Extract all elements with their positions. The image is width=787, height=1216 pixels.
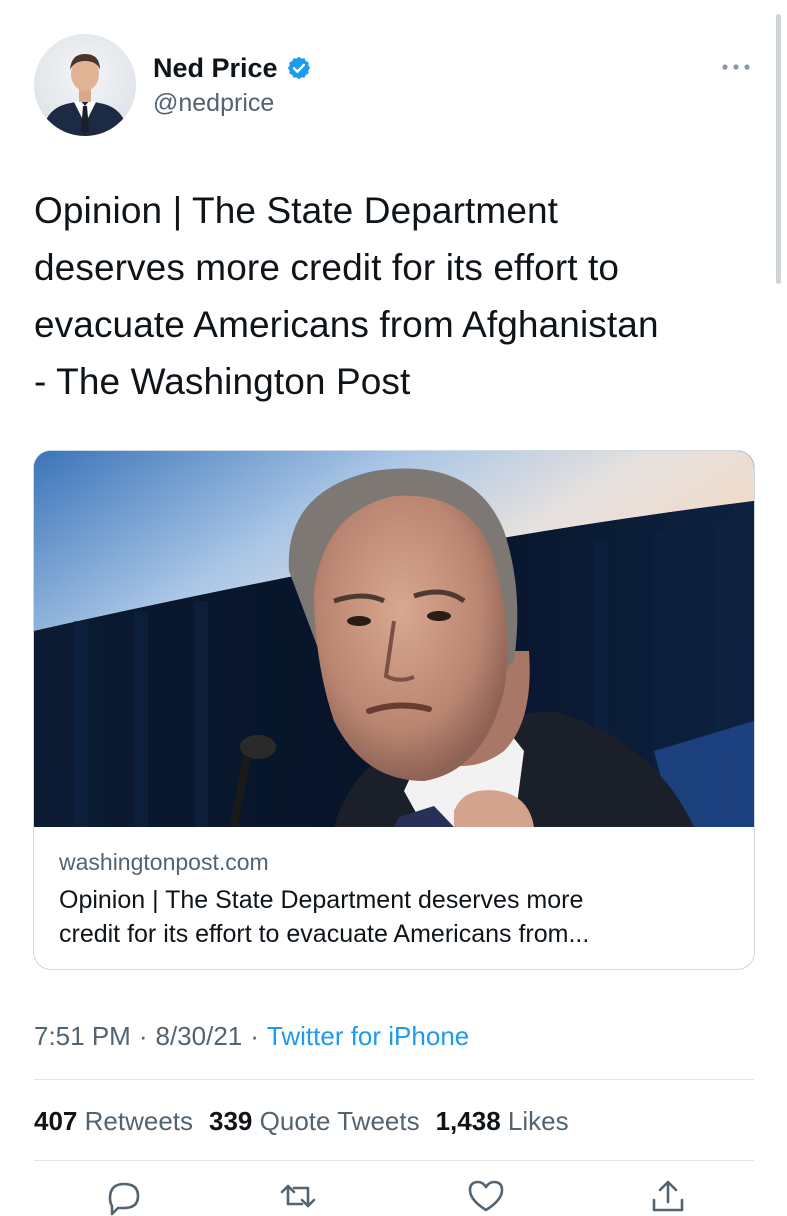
divider <box>34 1160 754 1161</box>
verified-badge-icon <box>287 56 310 80</box>
meta-separator: · <box>250 1020 259 1051</box>
tweet-text-line: - The Washington Post <box>34 361 411 402</box>
divider <box>34 1079 754 1080</box>
likes-count: 1,438 <box>435 1105 501 1136</box>
retweets-label: Retweets <box>84 1105 194 1136</box>
like-icon <box>468 1180 504 1212</box>
retweets-stat[interactable]: 407 Retweets <box>34 1106 193 1137</box>
likes-stat[interactable]: 1,438 Likes <box>436 1106 569 1137</box>
tweet-meta: 7:51 PM · 8/30/21 · Twitter for iPhone <box>34 1018 469 1054</box>
more-horizontal-icon <box>722 64 750 70</box>
like-button[interactable] <box>462 1176 510 1216</box>
card-title-line: Opinion | The State Department deserves … <box>59 886 584 914</box>
reply-button[interactable] <box>100 1176 148 1216</box>
meta-separator: · <box>138 1020 148 1051</box>
retweets-count: 407 <box>34 1105 78 1136</box>
tweet-actions <box>34 1176 754 1216</box>
quote-tweets-label: Quote Tweets <box>259 1105 420 1136</box>
tweet-text-line: deserves more credit for its effort to <box>34 247 620 288</box>
quote-tweets-count: 339 <box>209 1105 253 1136</box>
tweet-date[interactable]: 8/30/21 <box>156 1021 243 1052</box>
tweet-stats: 407 Retweets 339 Quote Tweets 1,438 Like… <box>34 1103 585 1139</box>
tweet-source-link[interactable]: Twitter for iPhone <box>267 1021 469 1052</box>
card-domain: washingtonpost.com <box>59 849 269 875</box>
share-button[interactable] <box>644 1176 692 1216</box>
card-title-line: credit for its effort to evacuate Americ… <box>59 920 590 948</box>
tweet-text-line: evacuate Americans from Afghanistan <box>34 304 659 345</box>
tweet-text: Opinion | The State Department deserves … <box>34 182 764 410</box>
quote-tweets-stat[interactable]: 339 Quote Tweets <box>209 1106 420 1137</box>
tweet-time[interactable]: 7:51 PM <box>34 1021 131 1052</box>
reply-icon <box>108 1182 140 1216</box>
author-handle[interactable]: @nedprice <box>153 89 274 118</box>
avatar-image <box>34 34 136 136</box>
author-name[interactable]: Ned Price <box>153 53 278 84</box>
retweet-button[interactable] <box>274 1176 322 1216</box>
scrollbar[interactable] <box>776 14 781 284</box>
tweet-text-line: Opinion | The State Department <box>34 190 559 231</box>
more-options-button[interactable] <box>716 52 756 82</box>
card-photo <box>34 451 754 827</box>
card-title: Opinion | The State Department deserves … <box>59 883 739 951</box>
likes-label: Likes <box>507 1105 569 1136</box>
avatar[interactable] <box>34 34 136 136</box>
author-name-row: Ned Price <box>153 50 312 86</box>
share-icon <box>652 1180 684 1212</box>
retweet-icon <box>280 1184 316 1208</box>
link-preview-card[interactable]: washingtonpost.com Opinion | The State D… <box>33 450 755 970</box>
